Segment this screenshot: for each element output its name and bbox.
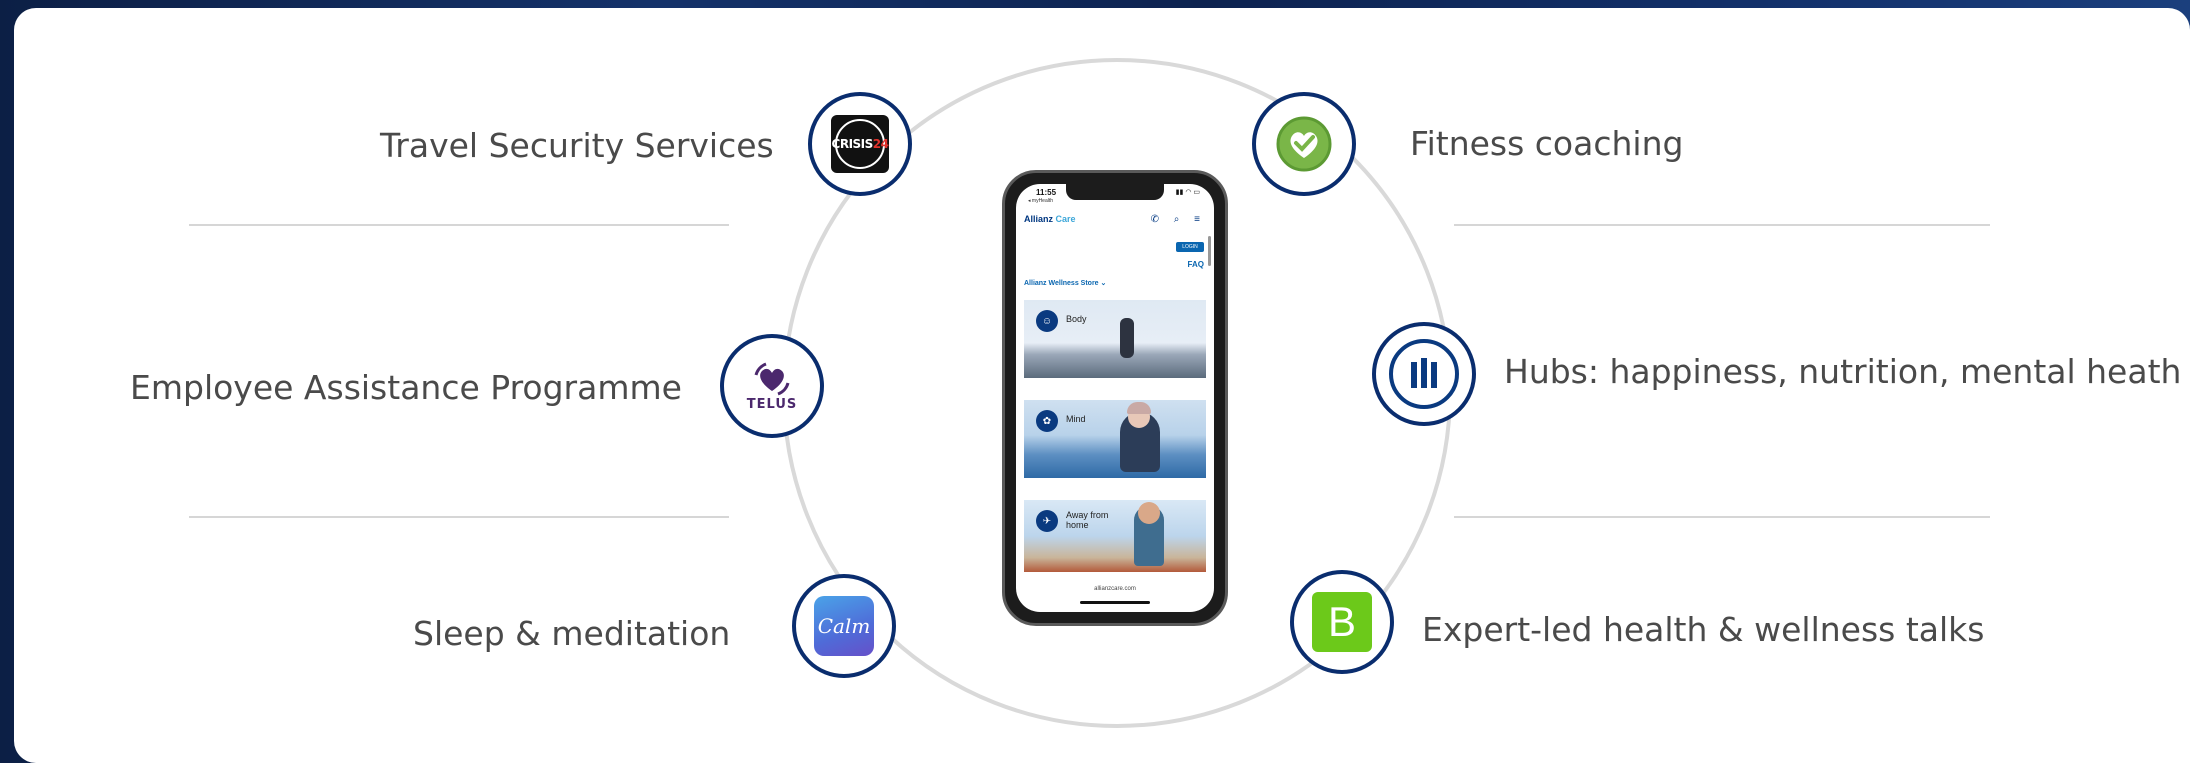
runner-image bbox=[1120, 318, 1134, 358]
divider-left-bottom bbox=[189, 516, 729, 518]
divider-right-top bbox=[1454, 224, 1990, 226]
heart-check-icon bbox=[1276, 116, 1332, 172]
tile-body[interactable]: ☺ Body bbox=[1024, 300, 1206, 378]
allianz-logo-icon bbox=[1389, 339, 1459, 409]
tile-away-from-home[interactable]: ✈ Away from home bbox=[1024, 500, 1206, 572]
tile-mind[interactable]: ✿ Mind bbox=[1024, 400, 1206, 478]
fitness-icon-ring bbox=[1252, 92, 1356, 196]
phone-notch bbox=[1066, 184, 1164, 200]
service-employee-assistance-label: Employee Assistance Programme bbox=[130, 368, 682, 407]
telus-logo-text: TELUS bbox=[746, 396, 798, 412]
service-hubs-label: Hubs: happiness, nutrition, mental heath bbox=[1504, 352, 2182, 391]
body-icon: ☺ bbox=[1036, 310, 1058, 332]
scrollbar[interactable] bbox=[1208, 236, 1211, 266]
brand-main: Allianz bbox=[1024, 214, 1056, 224]
crisis24-icon-ring: CRISIS 24 bbox=[808, 92, 912, 196]
calm-icon-ring: Calm bbox=[792, 574, 896, 678]
home-indicator bbox=[1080, 601, 1150, 604]
allianz-care-logo[interactable]: Allianz Care bbox=[1024, 214, 1076, 224]
wellness-store-dropdown[interactable]: Allianz Wellness Store ⌄ bbox=[1024, 279, 1106, 287]
status-time: 11:55 bbox=[1036, 188, 1057, 197]
tile-away-label: Away from home bbox=[1066, 510, 1109, 530]
service-fitness-coaching-label: Fitness coaching bbox=[1410, 124, 1684, 163]
crisis24-logo-text: CRISIS bbox=[831, 137, 874, 151]
service-expert-talks-label: Expert-led health & wellness talks bbox=[1422, 610, 1985, 649]
faq-link[interactable]: FAQ bbox=[1188, 260, 1204, 269]
phone-screen: 11:55 ◂ myHealth ▮▮ ◠ ▭ Allianz Care ✆ ⌕… bbox=[1016, 184, 1214, 612]
services-card: Travel Security Services Employee Assist… bbox=[14, 8, 2190, 763]
bvoice-icon-ring: B bbox=[1290, 570, 1394, 674]
header-action-icons[interactable]: ✆ ⌕ ≡ bbox=[1151, 214, 1206, 225]
divider-left-top bbox=[189, 224, 729, 226]
phone-mockup: 11:55 ◂ myHealth ▮▮ ◠ ▭ Allianz Care ✆ ⌕… bbox=[1002, 170, 1228, 626]
mind-icon: ✿ bbox=[1036, 410, 1058, 432]
plane-icon: ✈ bbox=[1036, 510, 1058, 532]
login-button[interactable]: LOGIN bbox=[1176, 242, 1204, 252]
crisis24-logo-icon: CRISIS 24 bbox=[831, 115, 889, 173]
allianz-icon-ring bbox=[1372, 322, 1476, 426]
crisis24-logo-accent: 24 bbox=[872, 137, 889, 151]
back-to-app-link[interactable]: ◂ myHealth bbox=[1028, 198, 1053, 204]
app-header: Allianz Care ✆ ⌕ ≡ bbox=[1024, 214, 1206, 228]
telus-heart-icon bbox=[754, 362, 790, 395]
status-icons: ▮▮ ◠ ▭ bbox=[1175, 189, 1200, 196]
brand-accent: Care bbox=[1055, 214, 1076, 224]
tile-body-label: Body bbox=[1066, 314, 1087, 324]
service-travel-security-label: Travel Security Services bbox=[380, 126, 774, 165]
telus-icon-ring: TELUS bbox=[720, 334, 824, 438]
traveler-head-image bbox=[1138, 502, 1160, 524]
divider-right-bottom bbox=[1454, 516, 1990, 518]
service-sleep-meditation-label: Sleep & meditation bbox=[413, 614, 731, 653]
browser-url: allianzcare.com bbox=[1094, 586, 1136, 592]
calm-logo-icon: Calm bbox=[814, 596, 874, 656]
person-hat-image bbox=[1127, 402, 1151, 414]
tile-mind-label: Mind bbox=[1066, 414, 1086, 424]
b-logo-icon: B bbox=[1312, 592, 1372, 652]
